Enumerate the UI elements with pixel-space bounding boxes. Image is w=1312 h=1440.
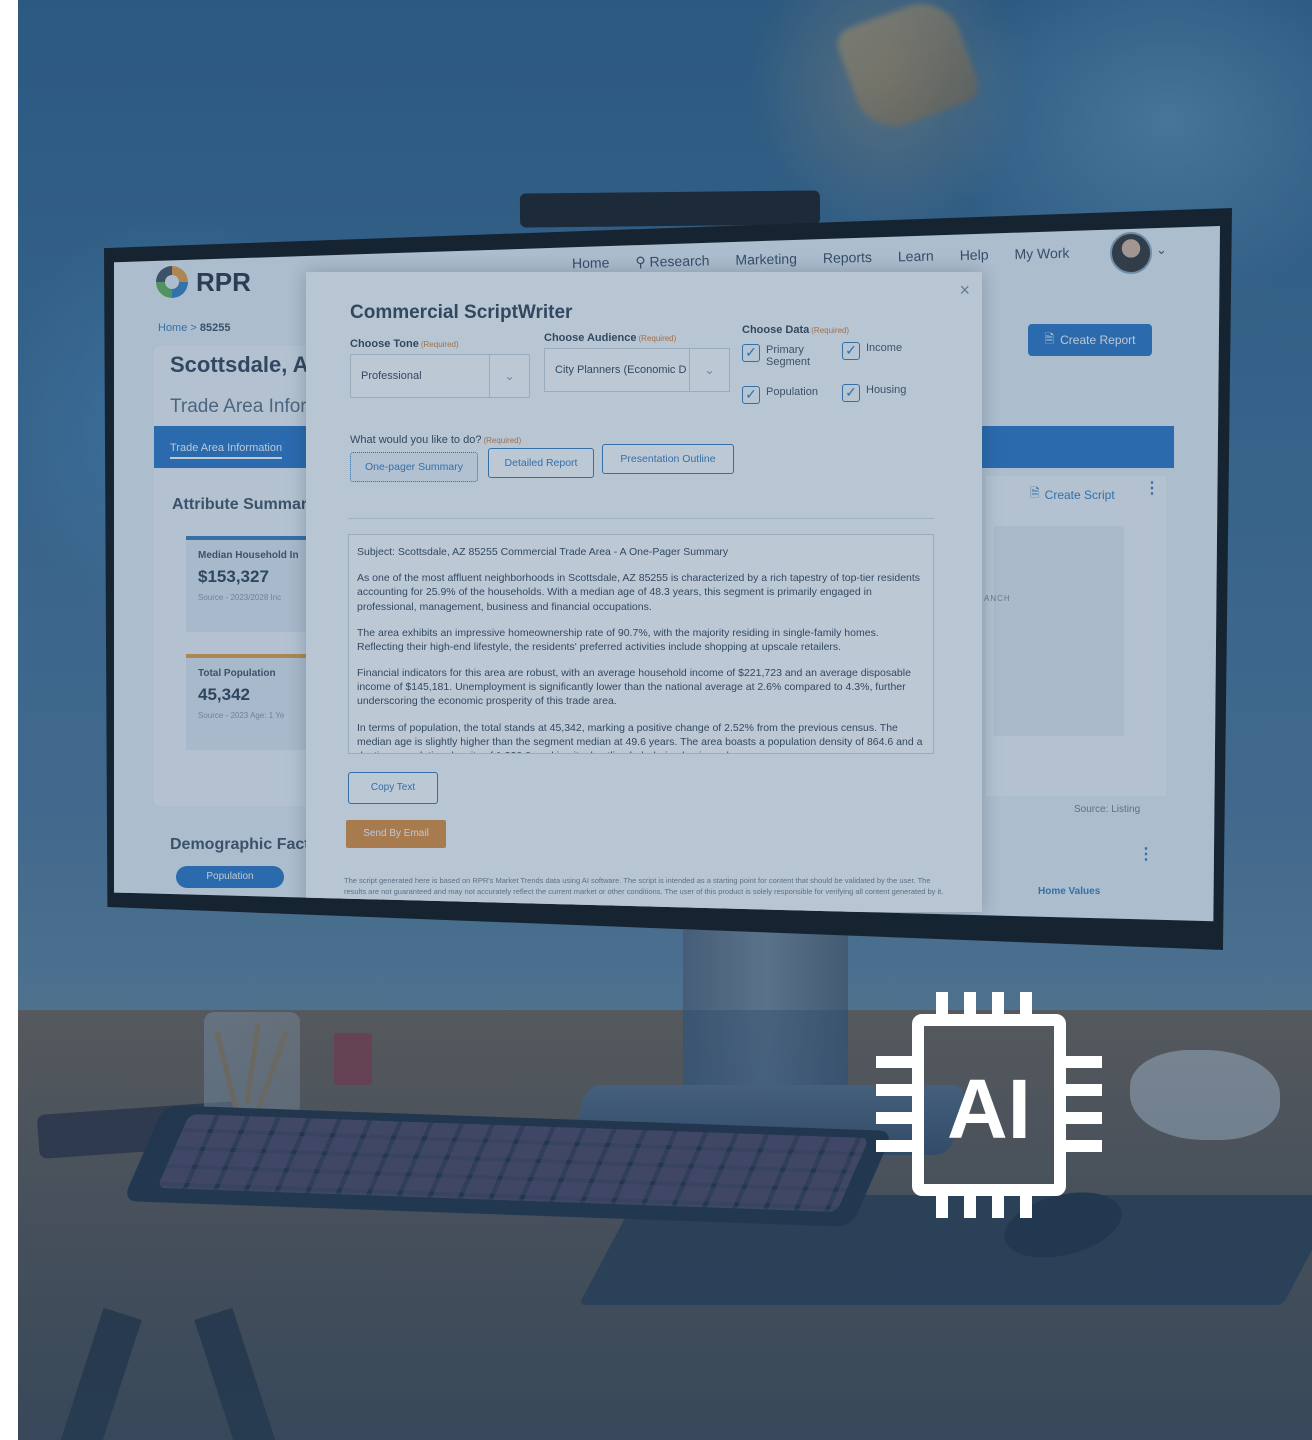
population-pill[interactable]: Population bbox=[176, 866, 284, 888]
page-subtitle: Trade Area Infor bbox=[170, 396, 307, 417]
stat-value: 45,342 bbox=[198, 685, 250, 704]
chevron-down-icon: ⌄ bbox=[689, 349, 729, 391]
nav-research-label: Research bbox=[649, 252, 710, 270]
document-icon: 🗎 bbox=[1044, 331, 1055, 346]
breadcrumb-current: 85255 bbox=[199, 322, 231, 334]
avatar[interactable] bbox=[1110, 232, 1152, 274]
tone-label: Choose Tone (Required) bbox=[350, 338, 459, 350]
close-icon[interactable]: × bbox=[959, 280, 970, 301]
script-paragraph: Subject: Scottsdale, AZ 85255 Commercial… bbox=[357, 546, 729, 558]
monitor-screen: RPR Home ⚲ Research Marketing Reports Le… bbox=[114, 226, 1220, 922]
disclaimer: The script generated here is based on RP… bbox=[344, 876, 944, 896]
chip-icon: AI bbox=[876, 992, 1102, 1218]
script-output[interactable]: Subject: Scottsdale, AZ 85255 Commercial… bbox=[348, 534, 934, 754]
create-report-label: Create Report bbox=[1060, 333, 1136, 347]
one-pager-summary-button[interactable]: One-pager Summary bbox=[350, 452, 478, 482]
check-icon: ✓ bbox=[742, 344, 760, 362]
logo-text: RPR bbox=[196, 266, 251, 297]
create-report-button[interactable]: 🗎 Create Report bbox=[1028, 324, 1152, 356]
script-paragraph: The area exhibits an impressive homeowne… bbox=[357, 626, 879, 653]
map-label: ANCH bbox=[984, 594, 1011, 603]
checkbox-label: Housing bbox=[866, 384, 907, 396]
document-icon: 🗎 bbox=[1030, 486, 1040, 500]
webcam bbox=[519, 190, 821, 228]
audience-value: City Planners (Economic D bbox=[555, 364, 687, 376]
checkbox-primary-segment[interactable]: ✓ Primary Segment bbox=[742, 344, 828, 368]
breadcrumb-home[interactable]: Home bbox=[158, 322, 187, 334]
required-tag: (Required) bbox=[638, 334, 677, 343]
stat-source: Source - 2023/2028 Inc bbox=[198, 593, 282, 602]
source-listing: Source: Listing bbox=[1074, 804, 1141, 815]
stat-label: Median Household In bbox=[198, 550, 299, 561]
tab-home-values[interactable]: Home Values bbox=[1038, 886, 1100, 897]
chevron-down-icon: ⌄ bbox=[489, 355, 529, 397]
checkbox-label: Income bbox=[866, 342, 903, 354]
nav-reports[interactable]: Reports bbox=[823, 249, 872, 267]
tab-trade-area[interactable]: Trade Area Information bbox=[170, 442, 283, 459]
audience-label-text: Choose Audience bbox=[544, 332, 637, 344]
map[interactable] bbox=[994, 526, 1124, 736]
checkbox-population[interactable]: ✓ Population bbox=[742, 386, 818, 404]
check-icon: ✓ bbox=[742, 386, 760, 404]
checkbox-label: Population bbox=[766, 386, 818, 398]
ai-badge-text: AI bbox=[947, 1062, 1031, 1156]
stat-label: Total Population bbox=[198, 668, 276, 679]
required-tag: (Required) bbox=[420, 340, 459, 349]
script-paragraph: In terms of population, the total stands… bbox=[357, 721, 923, 753]
stat-source: Source - 2023 Age: 1 Ye bbox=[198, 711, 285, 720]
presentation-outline-button[interactable]: Presentation Outline bbox=[602, 444, 734, 474]
send-email-button[interactable]: Send By Email bbox=[346, 820, 446, 848]
chevron-down-icon[interactable]: ⌄ bbox=[1156, 242, 1167, 258]
check-icon: ✓ bbox=[842, 342, 860, 360]
action-label-text: What would you like to do? bbox=[350, 434, 482, 446]
checkbox-label: Primary Segment bbox=[766, 344, 811, 368]
nav-help[interactable]: Help bbox=[960, 246, 989, 264]
audience-label: Choose Audience (Required) bbox=[544, 332, 676, 344]
nav-research[interactable]: ⚲ Research bbox=[635, 252, 709, 271]
nav-learn[interactable]: Learn bbox=[898, 248, 934, 266]
desk-shadow bbox=[18, 1010, 1312, 1440]
app-logo[interactable]: RPR bbox=[156, 266, 251, 298]
breadcrumb-separator: > bbox=[190, 322, 200, 334]
script-paragraph: As one of the most affluent neighborhood… bbox=[357, 572, 921, 613]
search-icon: ⚲ bbox=[635, 253, 650, 270]
more-vertical-icon[interactable]: ⋮ bbox=[1138, 844, 1154, 864]
tone-select[interactable]: Professional ⌄ bbox=[350, 354, 530, 398]
divider bbox=[348, 518, 934, 519]
page-title: Scottsdale, AZ bbox=[170, 352, 322, 377]
data-label-text: Choose Data bbox=[742, 324, 810, 336]
attribute-summary-title: Attribute Summary bbox=[172, 496, 317, 513]
stat-value: $153,327 bbox=[198, 567, 269, 586]
checkbox-income[interactable]: ✓ Income bbox=[842, 342, 902, 360]
nav-home[interactable]: Home bbox=[572, 254, 610, 272]
main-nav: Home ⚲ Research Marketing Reports Learn … bbox=[572, 245, 1070, 272]
copy-text-button[interactable]: Copy Text bbox=[348, 772, 438, 804]
check-icon: ✓ bbox=[842, 384, 860, 402]
script-paragraph: Financial indicators for this area are r… bbox=[357, 667, 911, 708]
required-tag: (Required) bbox=[811, 326, 850, 335]
nav-my-work[interactable]: My Work bbox=[1014, 245, 1069, 263]
create-script-button[interactable]: 🗎 Create Script bbox=[1030, 484, 1115, 505]
scriptwriter-modal: × Commercial ScriptWriter Choose Tone (Re… bbox=[306, 272, 982, 912]
breadcrumb: Home > 85255 bbox=[158, 322, 230, 334]
required-tag: (Required) bbox=[483, 436, 522, 445]
audience-select[interactable]: City Planners (Economic D ⌄ bbox=[544, 348, 730, 392]
action-label: What would you like to do? (Required) bbox=[350, 434, 521, 446]
tone-value: Professional bbox=[361, 370, 422, 382]
more-vertical-icon[interactable]: ⋮ bbox=[1144, 478, 1160, 498]
create-script-label: Create Script bbox=[1044, 487, 1115, 502]
nav-marketing[interactable]: Marketing bbox=[735, 251, 797, 269]
checkbox-housing[interactable]: ✓ Housing bbox=[842, 384, 906, 402]
data-label: Choose Data (Required) bbox=[742, 324, 849, 336]
stat-card-population: Total Population 45,342 Source - 2023 Ag… bbox=[186, 654, 326, 750]
demographic-title: Demographic Fact bbox=[170, 836, 310, 853]
modal-title: Commercial ScriptWriter bbox=[350, 302, 573, 323]
detailed-report-button[interactable]: Detailed Report bbox=[488, 448, 594, 478]
desk-lamp bbox=[832, 0, 984, 138]
stat-card-income: Median Household In $153,327 Source - 20… bbox=[186, 536, 326, 632]
rpr-logo-icon bbox=[156, 266, 188, 298]
tone-label-text: Choose Tone bbox=[350, 338, 419, 350]
ai-chip-svg: AI bbox=[876, 992, 1102, 1218]
